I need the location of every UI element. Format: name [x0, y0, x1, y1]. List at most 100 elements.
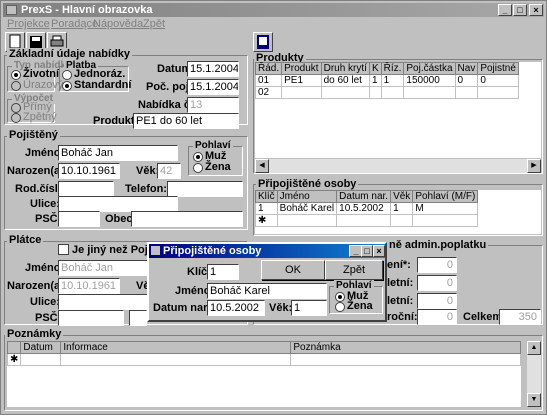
products-table[interactable]: Řád. Produkt Druh krytí K Říz. Poj.částka Nav P…: [254, 62, 519, 99]
insured-city-input[interactable]: [131, 211, 243, 227]
insured-name-input[interactable]: Boháč Jan: [58, 145, 178, 161]
payer-birth-input[interactable]: 10.10.1961: [58, 278, 120, 294]
menu-zpet[interactable]: Zpět: [143, 18, 165, 30]
close-button[interactable]: ×: [529, 4, 543, 16]
insured-phone-input[interactable]: [167, 181, 243, 197]
minimize-button[interactable]: _: [498, 4, 512, 16]
menu-poradce[interactable]: Poradące: [51, 18, 98, 30]
notes-rowhdr: [6, 341, 22, 354]
insured-zip-input[interactable]: [58, 211, 100, 227]
additional-insured-cell[interactable]: [336, 214, 392, 227]
additional-insured-cell[interactable]: ✱: [255, 214, 278, 227]
payer-city-input[interactable]: [129, 310, 147, 326]
dialog-birth-input[interactable]: 10.5.2002: [207, 300, 265, 316]
additional-insured-cell[interactable]: M: [412, 202, 479, 215]
total-input[interactable]: 350: [499, 309, 541, 325]
additional-insured-cell[interactable]: 10.5.2002: [336, 202, 392, 215]
scroll-right-icon[interactable]: ▶: [527, 159, 541, 173]
additional-insured-cell[interactable]: 1: [255, 202, 278, 215]
insured-female-radio[interactable]: [193, 163, 203, 173]
products-cell[interactable]: [368, 86, 382, 99]
products-cell[interactable]: 01: [254, 74, 283, 87]
products-grid-area: Řád. Produkt Druh krytí K Říz. Poj.částka Nav P…: [254, 62, 541, 158]
notes-vscrollbar[interactable]: ▲ ▼: [527, 341, 541, 407]
dialog-back-button[interactable]: Zpět: [325, 260, 383, 280]
products-cell[interactable]: 1: [368, 74, 382, 87]
additional-insured-cell[interactable]: Boháč Karel: [276, 202, 338, 215]
products-row[interactable]: 02: [254, 86, 519, 99]
products-cell[interactable]: [320, 86, 370, 99]
type-life-radio[interactable]: [11, 70, 21, 80]
date-input[interactable]: 15.1.2004: [187, 61, 239, 77]
insured-age-input[interactable]: 42: [157, 163, 181, 179]
calc-reverse-radio[interactable]: [11, 113, 21, 123]
products-cell[interactable]: do 60 let: [320, 74, 370, 87]
payer-different-checkbox[interactable]: [58, 244, 69, 255]
products-cell[interactable]: 150000: [403, 74, 456, 87]
admin-row4-input[interactable]: 0: [417, 309, 457, 325]
title-bar: PrexS - Hlavní obrazovka: [3, 3, 544, 17]
products-cell[interactable]: [403, 86, 456, 99]
products-cell[interactable]: 0: [454, 74, 479, 87]
products-hscrollbar[interactable]: ◀ ▶: [255, 159, 541, 173]
products-cell[interactable]: [454, 86, 479, 99]
additional-insured-cell[interactable]: [412, 214, 479, 227]
products-col-6: Nav: [454, 62, 479, 75]
insured-id-input[interactable]: [58, 181, 114, 197]
admin-row2-input[interactable]: 0: [417, 275, 457, 291]
dialog-ok-button[interactable]: OK: [261, 260, 325, 280]
insured-birth-input[interactable]: 10.10.1961: [58, 163, 120, 179]
start-date-input[interactable]: 15.1.2004: [187, 79, 239, 95]
type-accident-radio[interactable]: [11, 81, 21, 91]
dialog-name-input[interactable]: Boháč Karel: [207, 283, 327, 299]
scroll-up-icon[interactable]: ▲: [527, 341, 541, 355]
products-cell[interactable]: 02: [254, 86, 283, 99]
products-cell[interactable]: 1: [380, 74, 405, 87]
products-cell[interactable]: [281, 86, 322, 99]
additional-insured-table[interactable]: Klíč Jméno Datum nar. Věk Pohlaví (M/F) 1 Boh…: [255, 190, 479, 227]
scroll-down-icon[interactable]: ▼: [527, 393, 541, 407]
payer-street-input[interactable]: [58, 294, 148, 310]
notes-table[interactable]: Datum Informace Poznámka ✱: [6, 341, 521, 366]
admin-row3-input[interactable]: 0: [417, 293, 457, 309]
product-label: Produkt:: [93, 115, 139, 127]
admin-row1-label: ení*:: [387, 259, 411, 271]
admin-row1-input[interactable]: 0: [417, 257, 457, 273]
product-input[interactable]: PE1 do 60 let: [133, 113, 239, 129]
calc-direct-radio[interactable]: [11, 103, 21, 113]
additional-insured-title: Připojištěné osoby: [256, 178, 359, 190]
scroll-left-icon[interactable]: ◀: [255, 159, 269, 173]
additional-insured-row[interactable]: 1 Boháč Karel 10.5.2002 1 M: [255, 202, 479, 215]
additional-insured-cell[interactable]: [276, 214, 338, 227]
insured-male-radio[interactable]: [193, 152, 203, 162]
products-cell[interactable]: [380, 86, 405, 99]
menu-napoveda[interactable]: Nápověda: [93, 18, 143, 30]
dialog-title: Připojištěné osoby: [163, 245, 262, 257]
offer-number-input[interactable]: 13: [187, 97, 239, 113]
dialog-female-radio[interactable]: [335, 302, 345, 312]
products-cell[interactable]: 0: [477, 74, 519, 87]
dialog-close-button[interactable]: ×: [373, 245, 385, 257]
additional-insured-cell[interactable]: [390, 214, 414, 227]
payer-street-label: Ulice:: [30, 296, 60, 308]
dialog-app-icon: [151, 246, 160, 255]
additional-insured-dialog: Připojištěné osoby _ □ × Klíč: 1 OK Zpět…: [147, 242, 387, 322]
dialog-age-input[interactable]: 1: [291, 300, 327, 316]
payment-single-radio[interactable]: [62, 70, 72, 80]
products-cell[interactable]: PE1: [281, 74, 322, 87]
insured-street-input[interactable]: [58, 196, 178, 212]
maximize-button[interactable]: □: [513, 4, 527, 16]
report-button[interactable]: [253, 32, 273, 52]
products-row[interactable]: 01 PE1 do 60 let 1 1 150000 0 0: [254, 74, 519, 87]
products-cell[interactable]: [477, 86, 519, 99]
payer-zip-input[interactable]: [58, 310, 124, 326]
menu-projekce[interactable]: Projekce: [7, 18, 50, 30]
dialog-maximize-button[interactable]: □: [361, 245, 373, 257]
payer-name-input[interactable]: Boháč Jan: [58, 260, 148, 276]
additional-insured-new-row[interactable]: ✱: [255, 214, 479, 227]
additional-insured-cell[interactable]: 1: [390, 202, 414, 215]
payment-standard-radio[interactable]: [62, 81, 72, 91]
calc-reverse-label: Zpětný: [23, 111, 57, 123]
dialog-key-input[interactable]: 1: [207, 264, 239, 280]
dialog-male-radio[interactable]: [335, 292, 345, 302]
